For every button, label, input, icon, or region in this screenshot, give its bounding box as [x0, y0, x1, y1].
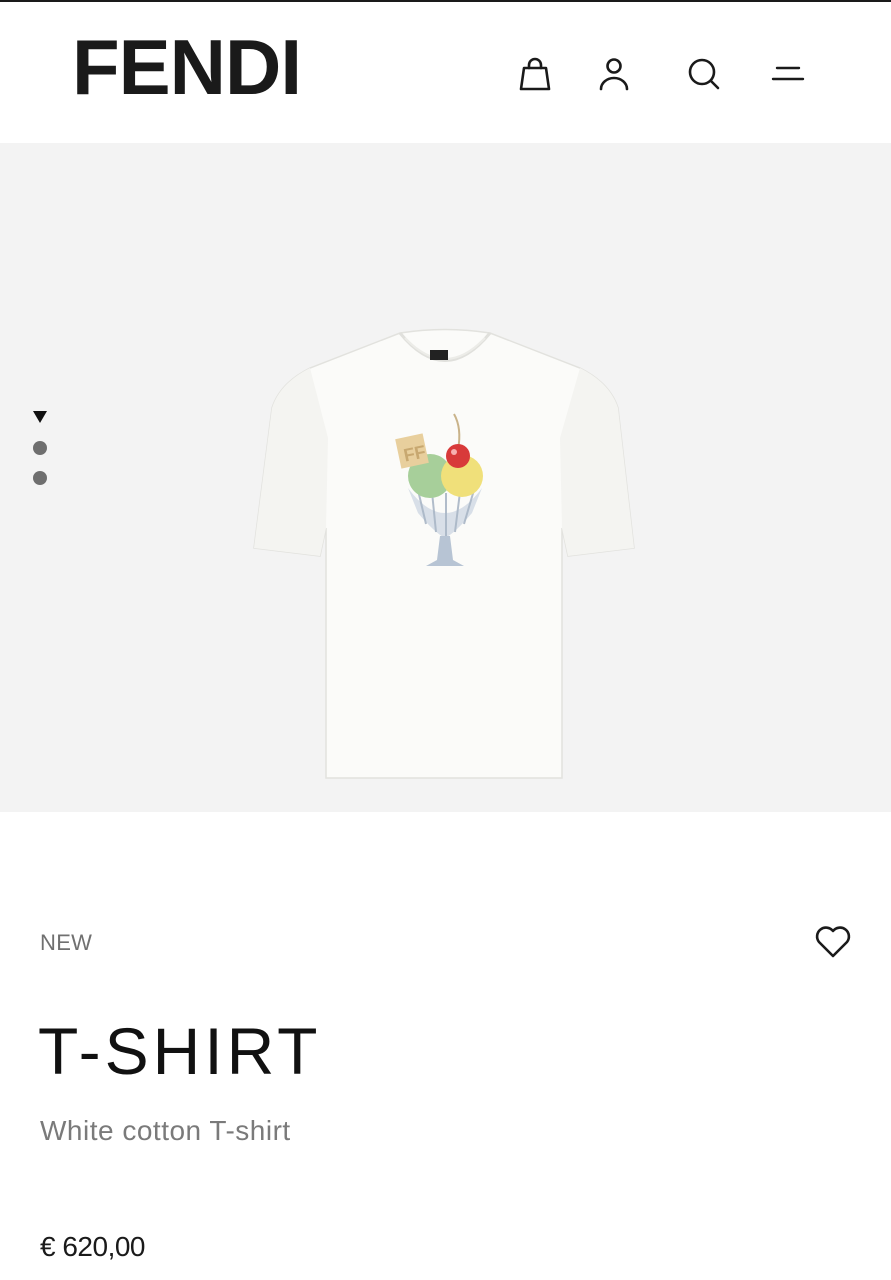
heart-icon — [815, 926, 851, 958]
gallery-dot — [33, 471, 47, 485]
product-image[interactable]: FF — [250, 328, 640, 783]
gallery-indicator[interactable] — [30, 438, 50, 458]
menu-button[interactable] — [768, 54, 808, 94]
triangle-down-icon — [33, 411, 47, 423]
gallery-indicator-active[interactable] — [30, 407, 50, 427]
product-subtitle: White cotton T-shirt — [40, 1115, 291, 1146]
account-button[interactable] — [594, 54, 634, 94]
product-price: € 620,00 — [40, 1231, 146, 1262]
new-badge: NEW — [40, 930, 93, 955]
menu-icon — [771, 66, 805, 81]
wishlist-button[interactable] — [812, 921, 854, 963]
search-button[interactable] — [684, 54, 724, 94]
product-gallery[interactable]: FF — [0, 143, 891, 812]
gallery-dot — [33, 441, 47, 455]
brand-logo[interactable]: FENDI — [72, 28, 302, 106]
gallery-indicator[interactable] — [30, 468, 50, 488]
shopping-bag-icon — [519, 57, 551, 91]
shopping-bag-button[interactable] — [515, 54, 555, 94]
user-icon — [599, 58, 629, 91]
search-icon — [688, 58, 720, 90]
site-header: FENDI — [0, 2, 891, 143]
product-title: T-SHIRT — [38, 1014, 322, 1088]
